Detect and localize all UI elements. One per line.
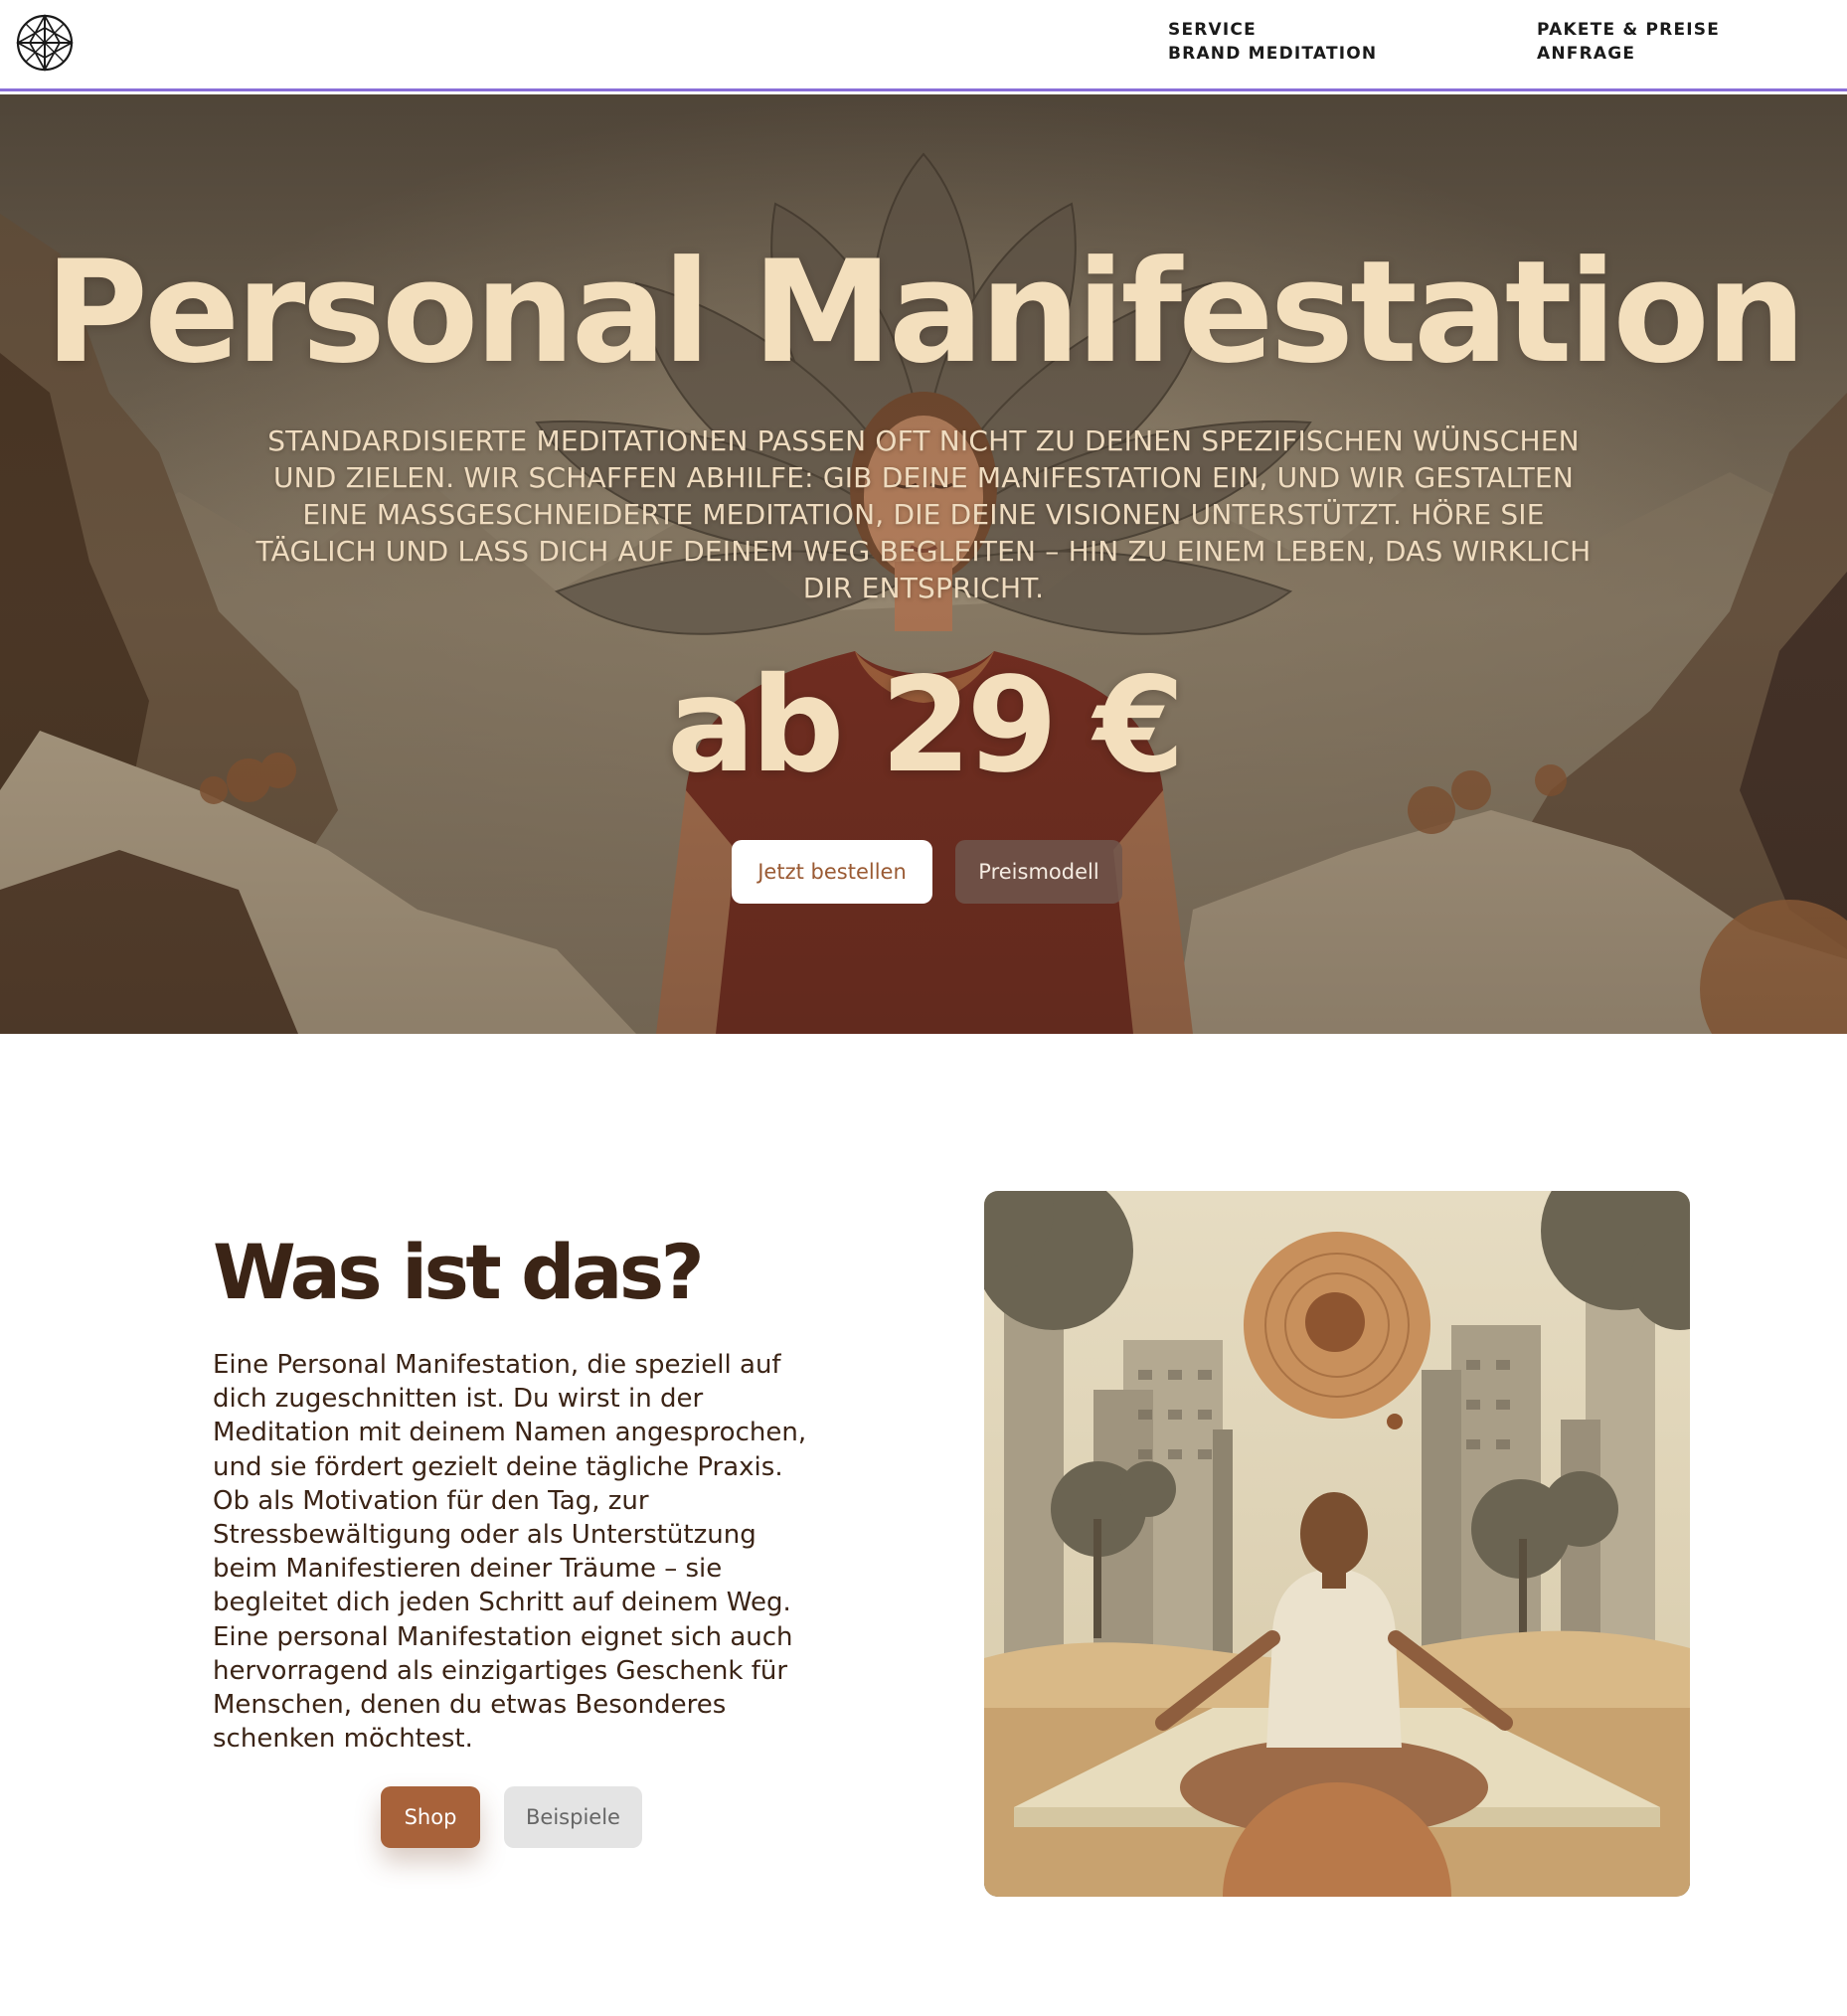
hero-title: Personal Manifestation [45,231,1806,395]
about-description: Eine Personal Manifestation, die speziel… [213,1350,807,1755]
nav-link-service[interactable]: SERVICE [1168,20,1377,40]
pricing-model-button[interactable]: Preismodell [955,840,1122,904]
nav-link-pakete-preise[interactable]: PAKETE & PREISE [1537,20,1720,40]
hero-section: Personal Manifestation STANDARDISIERTE M… [0,94,1847,1034]
examples-button[interactable]: Beispiele [504,1786,642,1848]
nav-group-services: SERVICE BRAND MEDITATION [1168,20,1377,64]
nav-group-pricing: PAKETE & PREISE ANFRAGE [1537,20,1720,64]
meditation-city-illustration [984,1191,1690,1897]
shop-button[interactable]: Shop [381,1786,480,1848]
hero-description: STANDARDISIERTE MEDITATIONEN PASSEN OFT … [255,424,1592,604]
hero-price: ab 29 € [666,649,1185,802]
nav-link-anfrage[interactable]: ANFRAGE [1537,44,1720,64]
about-title: Was ist das? [213,1228,705,1316]
site-header: SERVICE BRAND MEDITATION PAKETE & PREISE… [0,0,1847,91]
order-now-button[interactable]: Jetzt bestellen [732,840,932,904]
nav-link-brand-meditation[interactable]: BRAND MEDITATION [1168,44,1377,64]
mandala-logo-icon[interactable] [16,14,74,72]
